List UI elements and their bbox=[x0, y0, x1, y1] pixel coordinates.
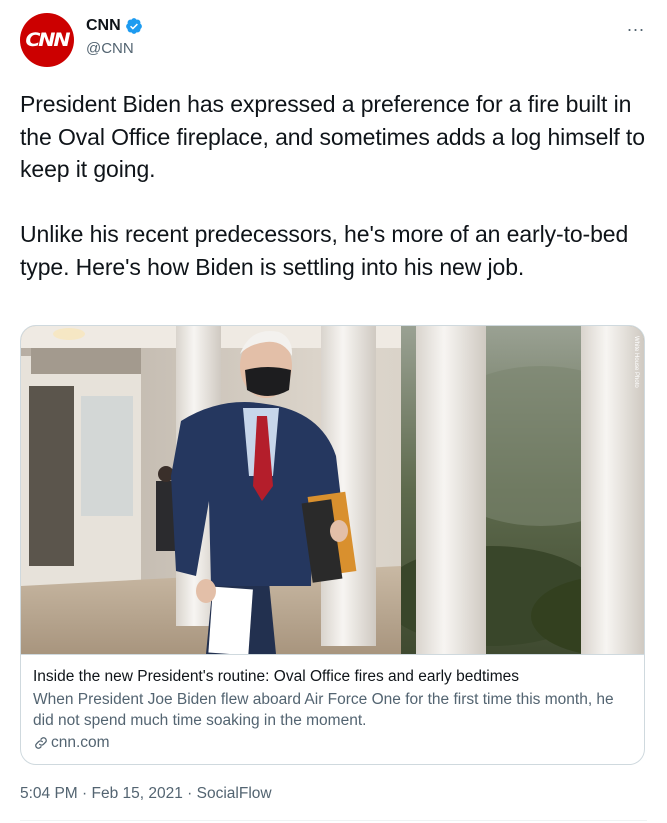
meta-separator: · bbox=[182, 785, 197, 802]
meta-separator: · bbox=[77, 785, 92, 802]
tweet-text: President Biden has expressed a preferen… bbox=[20, 88, 645, 283]
card-title[interactable]: Inside the new President's routine: Oval… bbox=[33, 667, 632, 687]
card-meta[interactable]: Inside the new President's routine: Oval… bbox=[21, 654, 644, 764]
card-description: When President Joe Biden flew aboard Air… bbox=[33, 691, 614, 729]
divider bbox=[20, 820, 647, 821]
avatar[interactable]: CNN bbox=[20, 13, 74, 67]
tweet-date[interactable]: Feb 15, 2021 bbox=[92, 785, 183, 802]
display-name[interactable]: CNN bbox=[86, 17, 121, 35]
tweet-source[interactable]: SocialFlow bbox=[197, 785, 272, 802]
link-icon bbox=[35, 737, 47, 749]
svg-text:White House Photo: White House Photo bbox=[633, 336, 639, 388]
tweet-paragraph: Unlike his recent predecessors, he's mor… bbox=[20, 221, 629, 280]
author-name-row[interactable]: CNN bbox=[86, 17, 143, 35]
tweet-time[interactable]: 5:04 PM bbox=[20, 785, 78, 802]
card-photo[interactable]: White House Photo bbox=[21, 326, 644, 654]
handle[interactable]: @CNN bbox=[86, 40, 134, 57]
tweet-meta: 5:04 PM · Feb 15, 2021 · SocialFlow bbox=[20, 785, 272, 803]
verified-badge-icon bbox=[125, 18, 142, 34]
tweet-paragraph: President Biden has expressed a preferen… bbox=[20, 91, 645, 182]
card-domain[interactable]: cnn.com bbox=[33, 734, 632, 752]
tweet: CNN CNN @CNN ... President Biden has exp… bbox=[0, 0, 667, 823]
more-options-icon[interactable]: ... bbox=[627, 16, 645, 34]
photo-biden-colonnade-icon: White House Photo bbox=[21, 326, 644, 654]
avatar-logo-text: CNN bbox=[25, 29, 71, 51]
card-domain-text: cnn.com bbox=[51, 734, 110, 751]
link-card[interactable]: White House Photo Inside the new Preside… bbox=[20, 325, 645, 765]
